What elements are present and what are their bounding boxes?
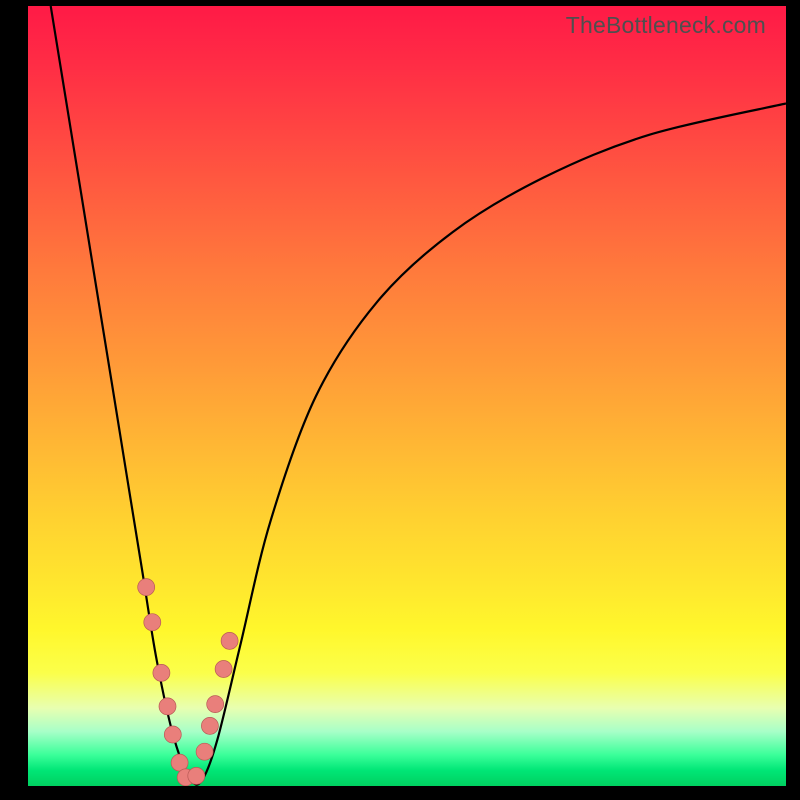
bead-marker [159, 698, 176, 715]
bead-marker [201, 717, 218, 734]
bead-marker [144, 614, 161, 631]
bead-marker [188, 767, 205, 784]
bead-marker [171, 754, 188, 771]
bead-marker [215, 661, 232, 678]
plot-area: TheBottleneck.com [28, 6, 786, 786]
bead-marker [153, 664, 170, 681]
bead-marker [138, 579, 155, 596]
bead-marker [164, 726, 181, 743]
bead-marker [196, 743, 213, 760]
bead-group [138, 579, 238, 786]
bead-marker [221, 632, 238, 649]
outer-frame: TheBottleneck.com [0, 0, 800, 800]
curve-layer [28, 6, 786, 786]
bead-marker [207, 696, 224, 713]
